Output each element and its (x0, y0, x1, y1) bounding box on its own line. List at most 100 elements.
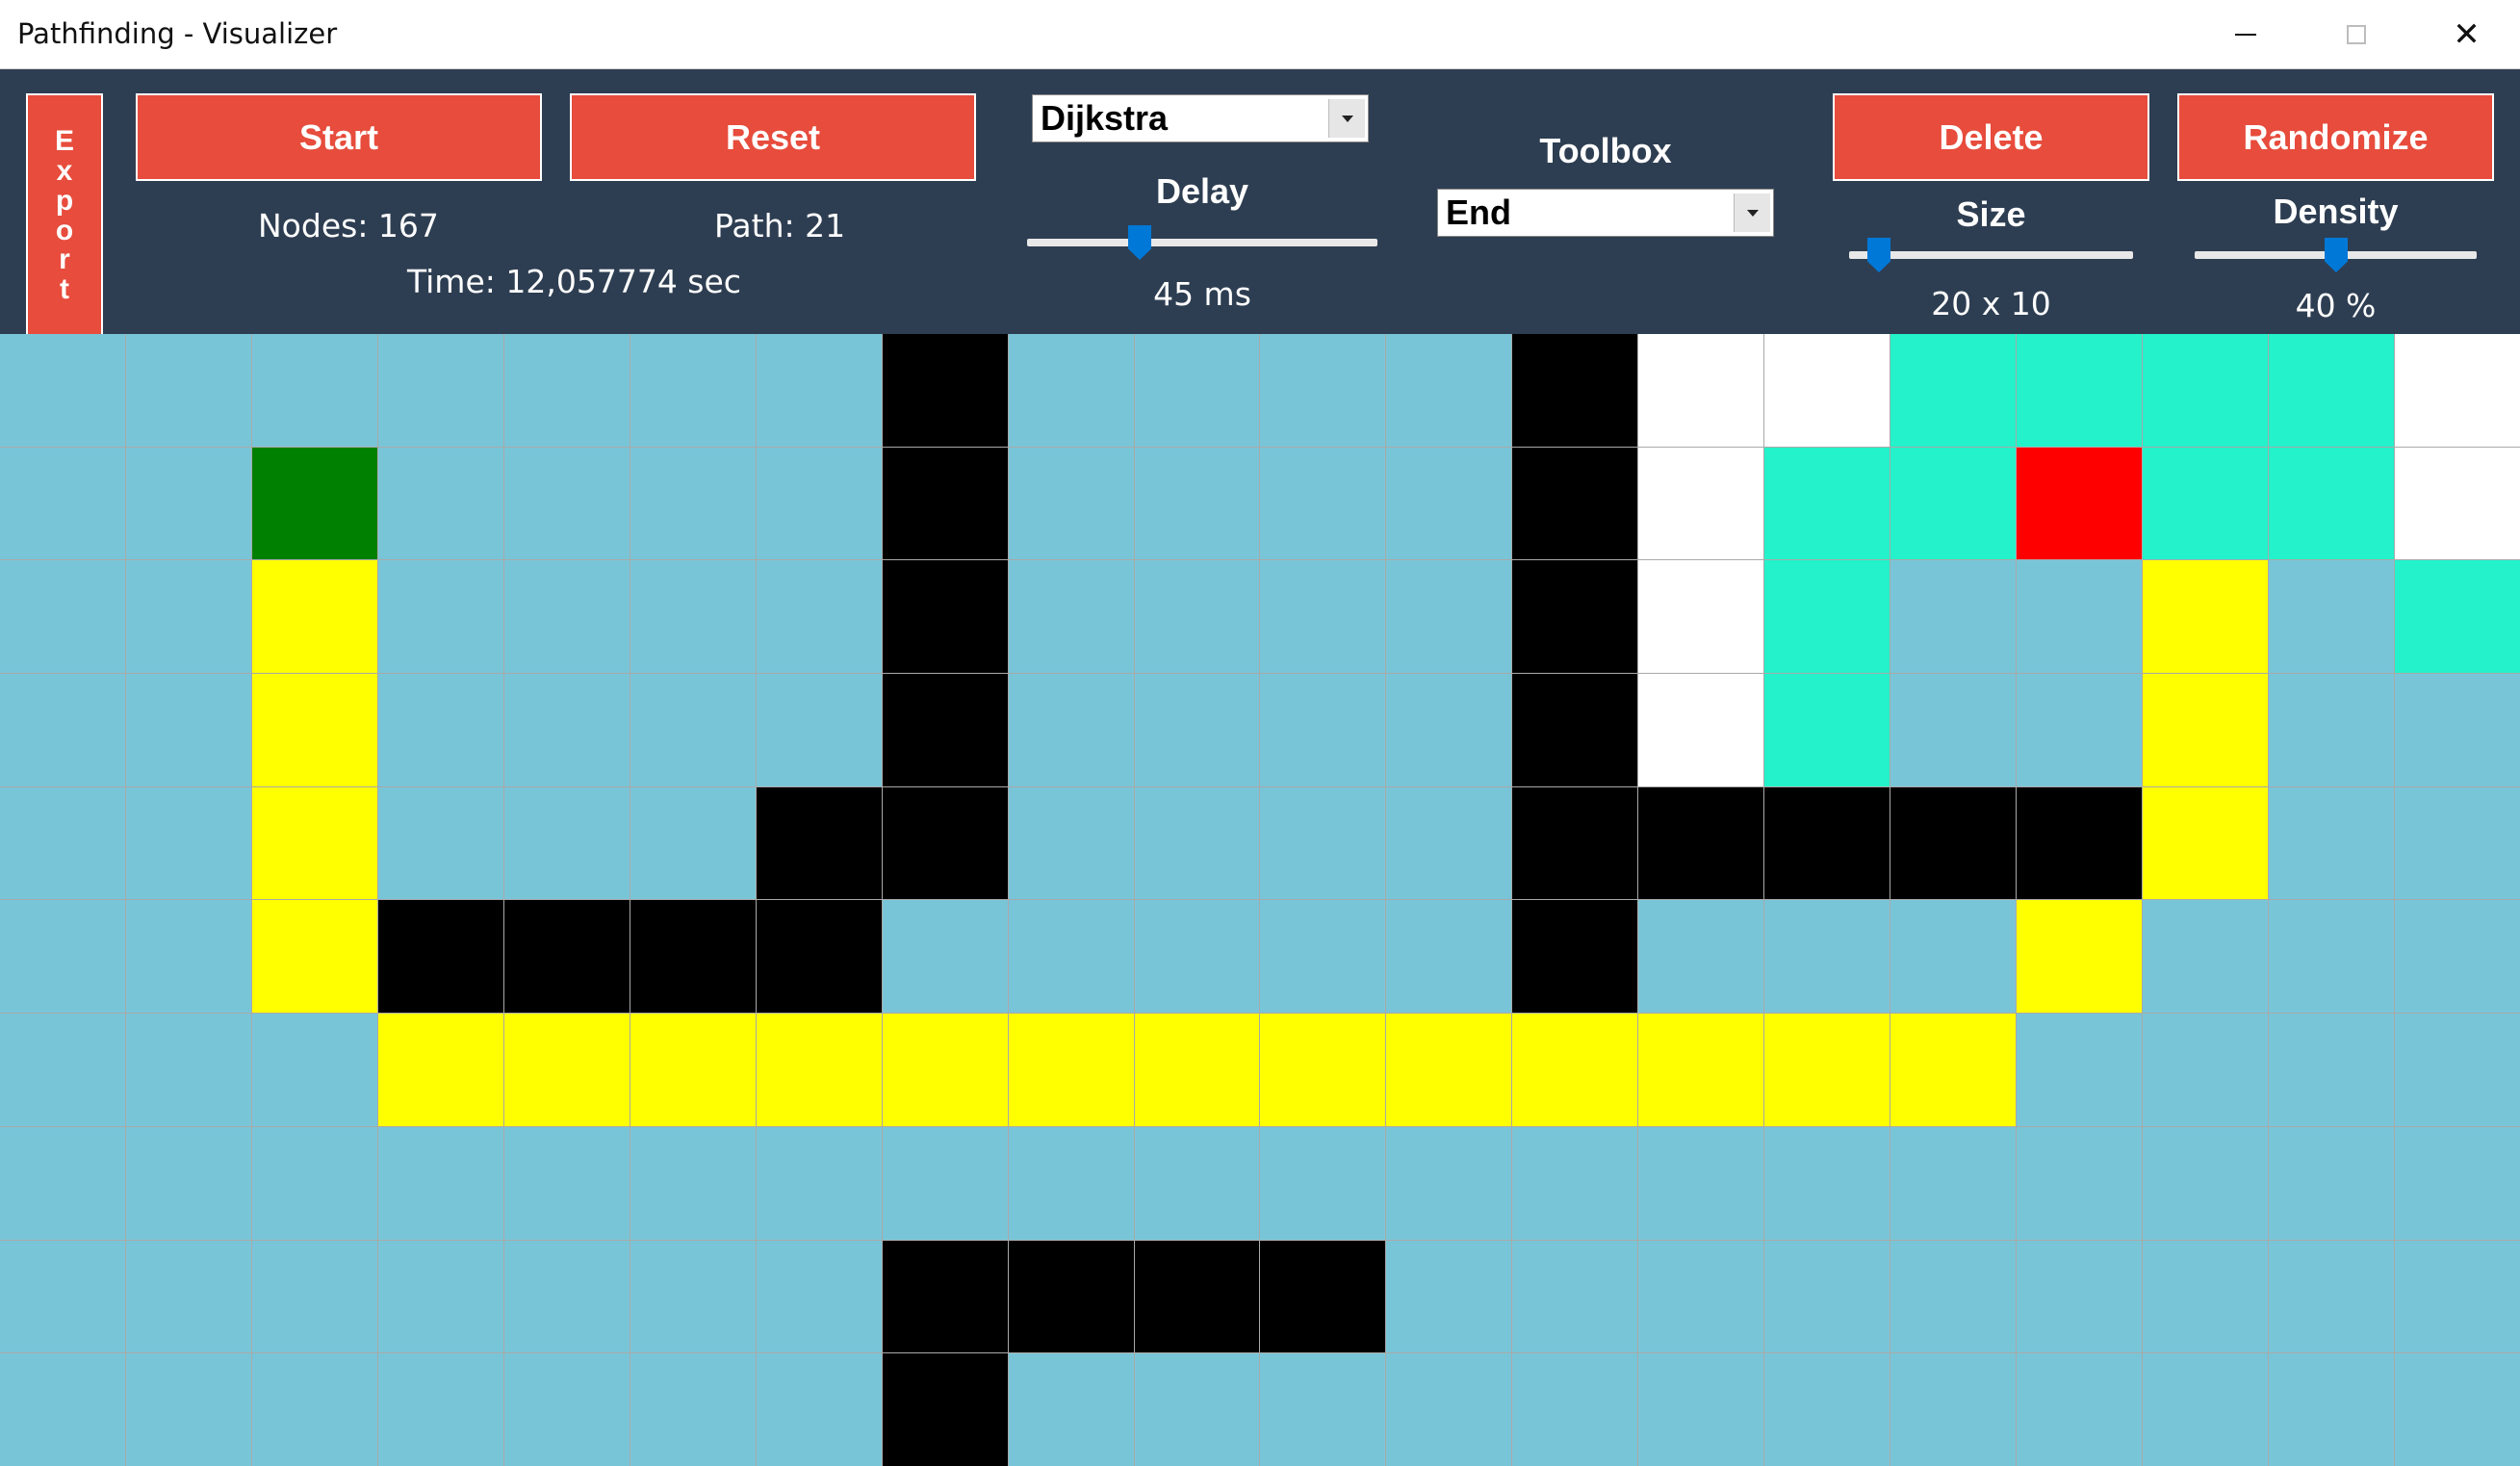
grid-cell-empty[interactable] (2395, 674, 2520, 786)
algorithm-dropdown-button[interactable] (1328, 99, 1365, 138)
grid-cell-empty[interactable] (251, 334, 377, 447)
grid-cell-path[interactable] (756, 1014, 882, 1126)
grid-cell-empty[interactable] (1764, 900, 1890, 1014)
grid-cell-empty[interactable] (630, 334, 756, 447)
grid-cell-empty[interactable] (1764, 1240, 1890, 1353)
grid-cell-path[interactable] (1134, 1014, 1260, 1126)
grid-cell-empty[interactable] (1638, 1353, 1764, 1466)
grid-cell-visited[interactable] (1638, 560, 1764, 674)
grid-cell-empty[interactable] (2143, 1353, 2269, 1466)
grid-cell-path[interactable] (251, 560, 377, 674)
grid-cell-wall[interactable] (882, 334, 1008, 447)
density-slider-thumb[interactable] (2325, 238, 2348, 272)
grid-cell-path[interactable] (2143, 560, 2269, 674)
grid-cell-visited[interactable] (2395, 447, 2520, 560)
grid-cell-empty[interactable] (1134, 1126, 1260, 1240)
grid-cell-empty[interactable] (1008, 1126, 1134, 1240)
grid-cell-visited[interactable] (1638, 447, 1764, 560)
grid-cell-empty[interactable] (2143, 1240, 2269, 1353)
grid-cell-empty[interactable] (1008, 560, 1134, 674)
grid-cell-empty[interactable] (2269, 1126, 2395, 1240)
grid-cell-empty[interactable] (1008, 1353, 1134, 1466)
grid-cell-empty[interactable] (1260, 560, 1386, 674)
grid-cell-start[interactable] (251, 447, 377, 560)
grid-cell-wall[interactable] (1512, 560, 1638, 674)
grid-cell-wall[interactable] (1512, 334, 1638, 447)
grid-cell-empty[interactable] (2017, 1353, 2143, 1466)
grid-cell-empty[interactable] (377, 786, 503, 900)
size-slider-thumb[interactable] (1867, 238, 1890, 272)
grid-cell-path[interactable] (1386, 1014, 1512, 1126)
grid-cell-frontier[interactable] (1890, 334, 2017, 447)
grid-cell-empty[interactable] (1386, 447, 1512, 560)
grid-cell-empty[interactable] (1134, 447, 1260, 560)
start-button[interactable]: Start (136, 93, 542, 181)
grid-cell-frontier[interactable] (2269, 447, 2395, 560)
grid-cell-empty[interactable] (125, 674, 251, 786)
grid-cell-wall[interactable] (503, 900, 630, 1014)
grid-cell-visited[interactable] (1638, 334, 1764, 447)
export-button[interactable]: E x p o r t (26, 93, 103, 339)
grid-cell-path[interactable] (251, 786, 377, 900)
grid-cell-empty[interactable] (2143, 1014, 2269, 1126)
grid-cell-empty[interactable] (1134, 900, 1260, 1014)
grid-cell-empty[interactable] (756, 1126, 882, 1240)
grid-cell-frontier[interactable] (1764, 447, 1890, 560)
grid-cell-wall[interactable] (1764, 786, 1890, 900)
grid-cell-visited[interactable] (1764, 334, 1890, 447)
grid-cell-path[interactable] (2143, 786, 2269, 900)
grid-cell-path[interactable] (1638, 1014, 1764, 1126)
reset-button[interactable]: Reset (570, 93, 976, 181)
grid-cell-empty[interactable] (2395, 786, 2520, 900)
grid-cell-empty[interactable] (1134, 786, 1260, 900)
grid-cell-empty[interactable] (0, 1353, 125, 1466)
grid-cell-path[interactable] (882, 1014, 1008, 1126)
density-slider[interactable] (2195, 238, 2477, 272)
grid-cell-path[interactable] (2017, 900, 2143, 1014)
grid-cell-empty[interactable] (1386, 560, 1512, 674)
delay-slider-thumb[interactable] (1128, 225, 1151, 260)
grid-cell-wall[interactable] (756, 786, 882, 900)
minimize-button[interactable] (2190, 0, 2301, 69)
grid-cell-empty[interactable] (503, 1240, 630, 1353)
grid-cell-empty[interactable] (2017, 1014, 2143, 1126)
grid-cell-empty[interactable] (0, 786, 125, 900)
grid-cell-visited[interactable] (1638, 674, 1764, 786)
grid-cell-empty[interactable] (756, 1353, 882, 1466)
grid-cell-empty[interactable] (1638, 1240, 1764, 1353)
grid-cell-empty[interactable] (2143, 1126, 2269, 1240)
grid-cell-empty[interactable] (630, 786, 756, 900)
grid-cell-empty[interactable] (125, 1014, 251, 1126)
grid-cell-empty[interactable] (1008, 900, 1134, 1014)
grid-cell-wall[interactable] (1512, 447, 1638, 560)
grid-cell-frontier[interactable] (2017, 334, 2143, 447)
grid-cell-empty[interactable] (377, 674, 503, 786)
grid-cell-empty[interactable] (1386, 900, 1512, 1014)
grid-cell-empty[interactable] (1386, 786, 1512, 900)
grid-cell-wall[interactable] (1512, 900, 1638, 1014)
grid-cell-empty[interactable] (503, 674, 630, 786)
grid-cell-empty[interactable] (1134, 334, 1260, 447)
grid-cell-empty[interactable] (503, 334, 630, 447)
grid-cell-empty[interactable] (1008, 674, 1134, 786)
grid-cell-end[interactable] (2017, 447, 2143, 560)
grid-cell-empty[interactable] (2269, 560, 2395, 674)
grid-cell-wall[interactable] (1260, 1240, 1386, 1353)
grid-cell-empty[interactable] (2269, 786, 2395, 900)
grid-cell-empty[interactable] (503, 560, 630, 674)
grid-cell-empty[interactable] (1260, 674, 1386, 786)
grid-cell-empty[interactable] (2395, 1353, 2520, 1466)
grid-cell-wall[interactable] (630, 900, 756, 1014)
randomize-button[interactable]: Randomize (2177, 93, 2494, 181)
grid-cell-empty[interactable] (756, 447, 882, 560)
grid-cell-path[interactable] (251, 674, 377, 786)
grid-cell-empty[interactable] (125, 1353, 251, 1466)
grid-cell-empty[interactable] (377, 560, 503, 674)
maximize-button[interactable] (2301, 0, 2411, 69)
grid-cell-empty[interactable] (2269, 900, 2395, 1014)
grid-cell-wall[interactable] (882, 447, 1008, 560)
grid-cell-path[interactable] (251, 900, 377, 1014)
grid-cell-frontier[interactable] (2395, 560, 2520, 674)
grid-cell-empty[interactable] (630, 674, 756, 786)
grid-cell-empty[interactable] (125, 1240, 251, 1353)
